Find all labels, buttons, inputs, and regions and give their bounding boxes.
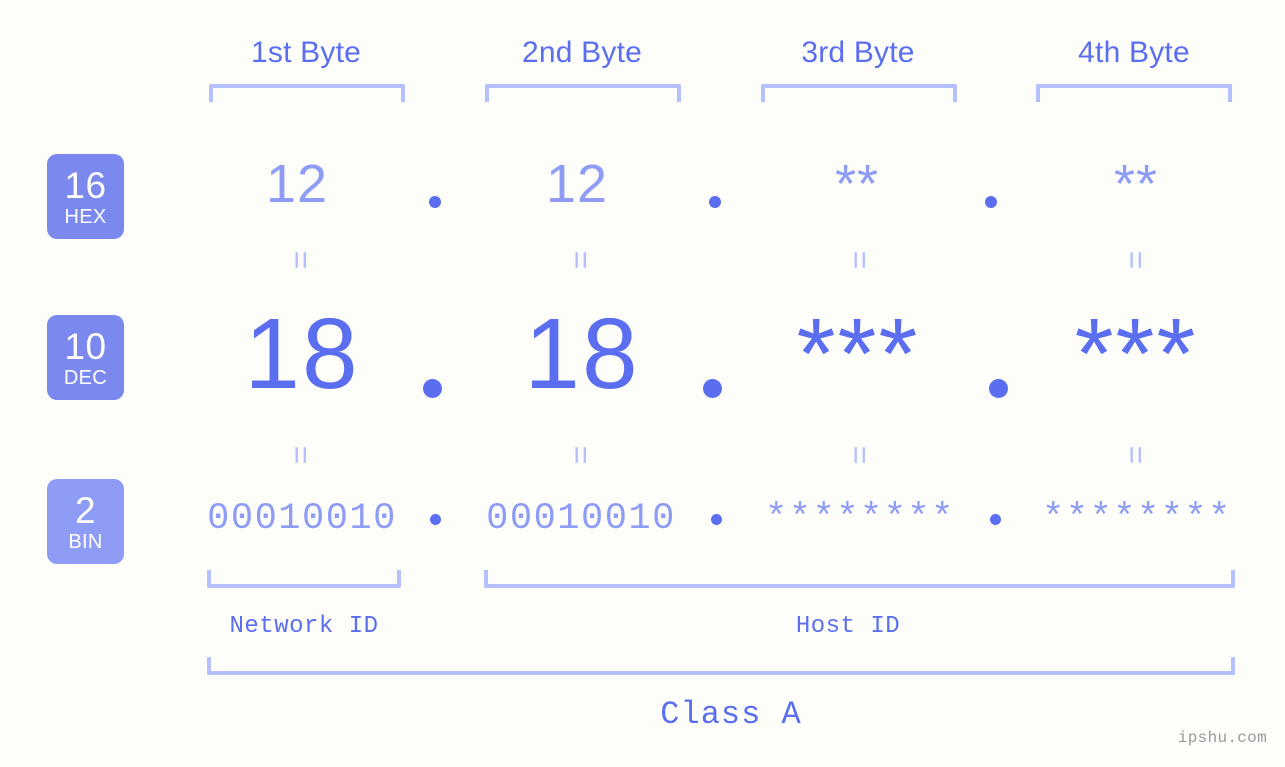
equals-separator-dec-bin-3: = [842,445,878,465]
bin-separator-1 [430,514,441,525]
dec-byte-4: *** [1074,298,1198,410]
host-id-label: Host ID [795,613,901,640]
byte-header-1: 1st Byte [251,36,361,69]
hex-byte-4: ** [1113,154,1159,214]
byte-bracket-2 [485,84,681,102]
bin-byte-3: ******** [765,497,955,540]
byte-bracket-4 [1036,84,1232,102]
radix-badge-bin-name: BIN [68,530,103,553]
equals-separator-dec-bin-1: = [283,445,319,465]
bin-separator-2 [711,514,722,525]
hex-byte-2: 12 [545,154,609,214]
ip-byte-breakdown-diagram: 1st Byte 2nd Byte 3rd Byte 4th Byte 16 H… [0,0,1285,767]
dec-byte-2: 18 [524,298,640,410]
equals-separator-hex-dec-3: = [842,250,878,270]
radix-badge-hex: 16 HEX [47,154,124,239]
bin-byte-2: 00010010 [486,497,676,540]
equals-separator-hex-dec-1: = [283,250,319,270]
bin-byte-1: 00010010 [207,497,397,540]
byte-bracket-3 [761,84,957,102]
equals-separator-dec-bin-4: = [1118,445,1154,465]
byte-header-3: 3rd Byte [801,36,915,69]
radix-badge-bin: 2 BIN [47,479,124,564]
equals-separator-dec-bin-2: = [563,445,599,465]
class-bracket [207,657,1235,675]
dec-separator-3 [989,379,1008,398]
bin-byte-4: ******** [1042,497,1232,540]
radix-badge-hex-number: 16 [64,164,107,206]
hex-byte-3: ** [834,154,880,214]
dec-separator-1 [423,379,442,398]
network-id-bracket [207,570,401,588]
byte-header-4: 4th Byte [1078,36,1190,69]
radix-badge-dec-name: DEC [63,366,108,389]
equals-separator-hex-dec-2: = [563,250,599,270]
radix-badge-dec: 10 DEC [47,315,124,400]
host-id-bracket [484,570,1235,588]
byte-header-2: 2nd Byte [521,36,643,69]
radix-badge-bin-number: 2 [74,489,97,531]
equals-separator-hex-dec-4: = [1118,250,1154,270]
dec-byte-1: 18 [244,298,360,410]
radix-badge-dec-number: 10 [64,325,107,367]
hex-separator-3 [985,196,997,208]
hex-separator-1 [429,196,441,208]
dec-separator-2 [703,379,722,398]
bin-separator-3 [990,514,1001,525]
byte-bracket-1 [209,84,405,102]
site-watermark: ipshu.com [1177,729,1267,747]
dec-byte-3: *** [796,298,920,410]
radix-badge-hex-name: HEX [64,205,107,228]
hex-separator-2 [709,196,721,208]
class-label: Class A [660,696,802,733]
network-id-label: Network ID [229,613,379,640]
hex-byte-1: 12 [265,154,329,214]
